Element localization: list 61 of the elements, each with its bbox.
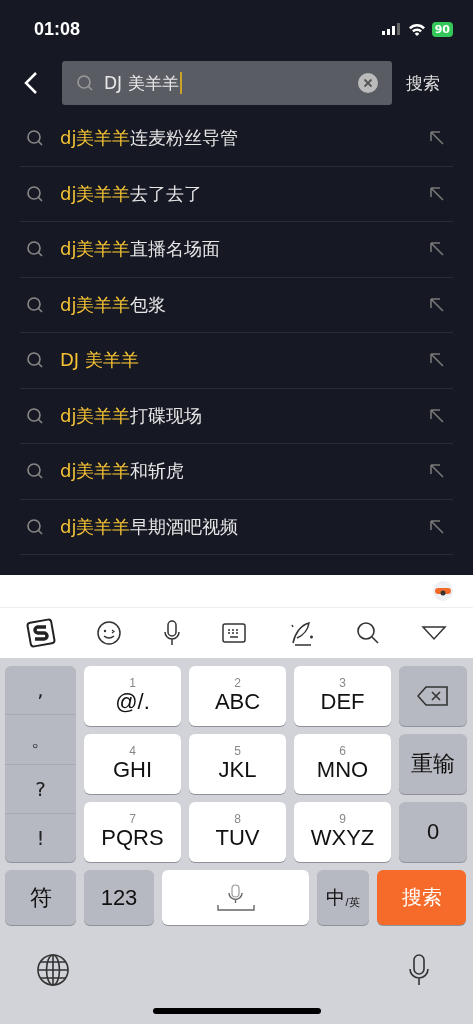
punctuation-key[interactable]: , <box>5 666 76 716</box>
punctuation-key[interactable]: ? <box>5 764 76 814</box>
suggestion-item[interactable]: dj美羊羊打碟现场 <box>20 388 453 444</box>
letter-key[interactable]: 9 WXYZ <box>294 802 391 862</box>
battery-level: 90 <box>431 21 453 37</box>
arrow-icon[interactable] <box>429 296 445 313</box>
back-icon[interactable] <box>24 71 38 95</box>
status-time: 01:08 <box>34 18 81 40</box>
wifi-icon <box>407 22 426 36</box>
suggestion-item[interactable]: dj美羊羊和斩虎 <box>20 444 453 500</box>
globe-icon[interactable] <box>36 953 70 987</box>
letter-key[interactable]: 6 MNO <box>294 734 391 794</box>
backspace-icon <box>417 686 449 706</box>
search-icon <box>26 517 44 536</box>
letter-key[interactable]: 4 GHI <box>84 734 181 794</box>
retype-key[interactable]: 重输 <box>399 734 467 794</box>
microphone-icon[interactable] <box>161 619 182 647</box>
arrow-icon[interactable] <box>429 407 445 424</box>
suggestion-item[interactable]: dj美羊羊去了去了 <box>20 166 453 222</box>
search-icon <box>26 184 44 203</box>
letter-key[interactable]: 7 PQRS <box>84 802 181 862</box>
clear-icon[interactable] <box>358 73 378 93</box>
search-field[interactable]: DJ 美羊羊 <box>62 61 392 105</box>
search-icon <box>26 129 44 148</box>
zero-key[interactable]: 0 <box>399 802 467 862</box>
search-icon <box>26 406 44 425</box>
letter-key[interactable]: 5 JKL <box>189 734 286 794</box>
keyboard-icon[interactable] <box>221 622 248 644</box>
letter-key[interactable]: 2 ABC <box>189 666 286 726</box>
collapse-icon[interactable] <box>421 624 447 642</box>
arrow-icon[interactable] <box>429 518 445 535</box>
suggestion-item[interactable]: dj美羊羊连麦粉丝导管 <box>20 111 453 167</box>
search-icon <box>26 351 44 370</box>
logo-icon[interactable] <box>25 618 56 648</box>
punctuation-key[interactable]: 。 <box>5 715 76 765</box>
mascot-icon[interactable] <box>432 580 454 602</box>
search-icon <box>26 240 44 259</box>
delete-key[interactable] <box>399 666 467 726</box>
suggestion-item[interactable]: dj美羊羊包浆 <box>20 277 453 333</box>
suggestion-item[interactable]: dj美羊羊早期酒吧视频 <box>20 499 453 555</box>
arrow-icon[interactable] <box>429 241 445 258</box>
numbers-key[interactable]: 123 <box>84 870 154 925</box>
search-button[interactable]: 搜索 <box>406 71 440 95</box>
emoji-icon[interactable] <box>95 620 122 646</box>
symbols-key[interactable]: 符 <box>5 870 76 925</box>
signal-icon <box>381 23 402 35</box>
microphone-icon[interactable] <box>407 953 431 987</box>
letter-key[interactable]: 1 @/. <box>84 666 181 726</box>
suggestion-item[interactable]: DJ 美羊羊 <box>20 333 453 389</box>
arrow-icon[interactable] <box>429 463 445 480</box>
letter-key[interactable]: 3 DEF <box>294 666 391 726</box>
letter-key[interactable]: 8 TUV <box>189 802 286 862</box>
space-icon <box>215 882 256 913</box>
search-icon <box>76 74 94 92</box>
arrow-icon[interactable] <box>429 185 445 202</box>
arrow-icon[interactable] <box>429 130 445 147</box>
arrow-icon[interactable] <box>429 352 445 369</box>
search-icon <box>26 295 44 314</box>
search-icon <box>26 462 44 481</box>
suggestion-item[interactable]: dj美羊羊直播名场面 <box>20 222 453 278</box>
punctuation-key[interactable]: ! <box>5 813 76 862</box>
